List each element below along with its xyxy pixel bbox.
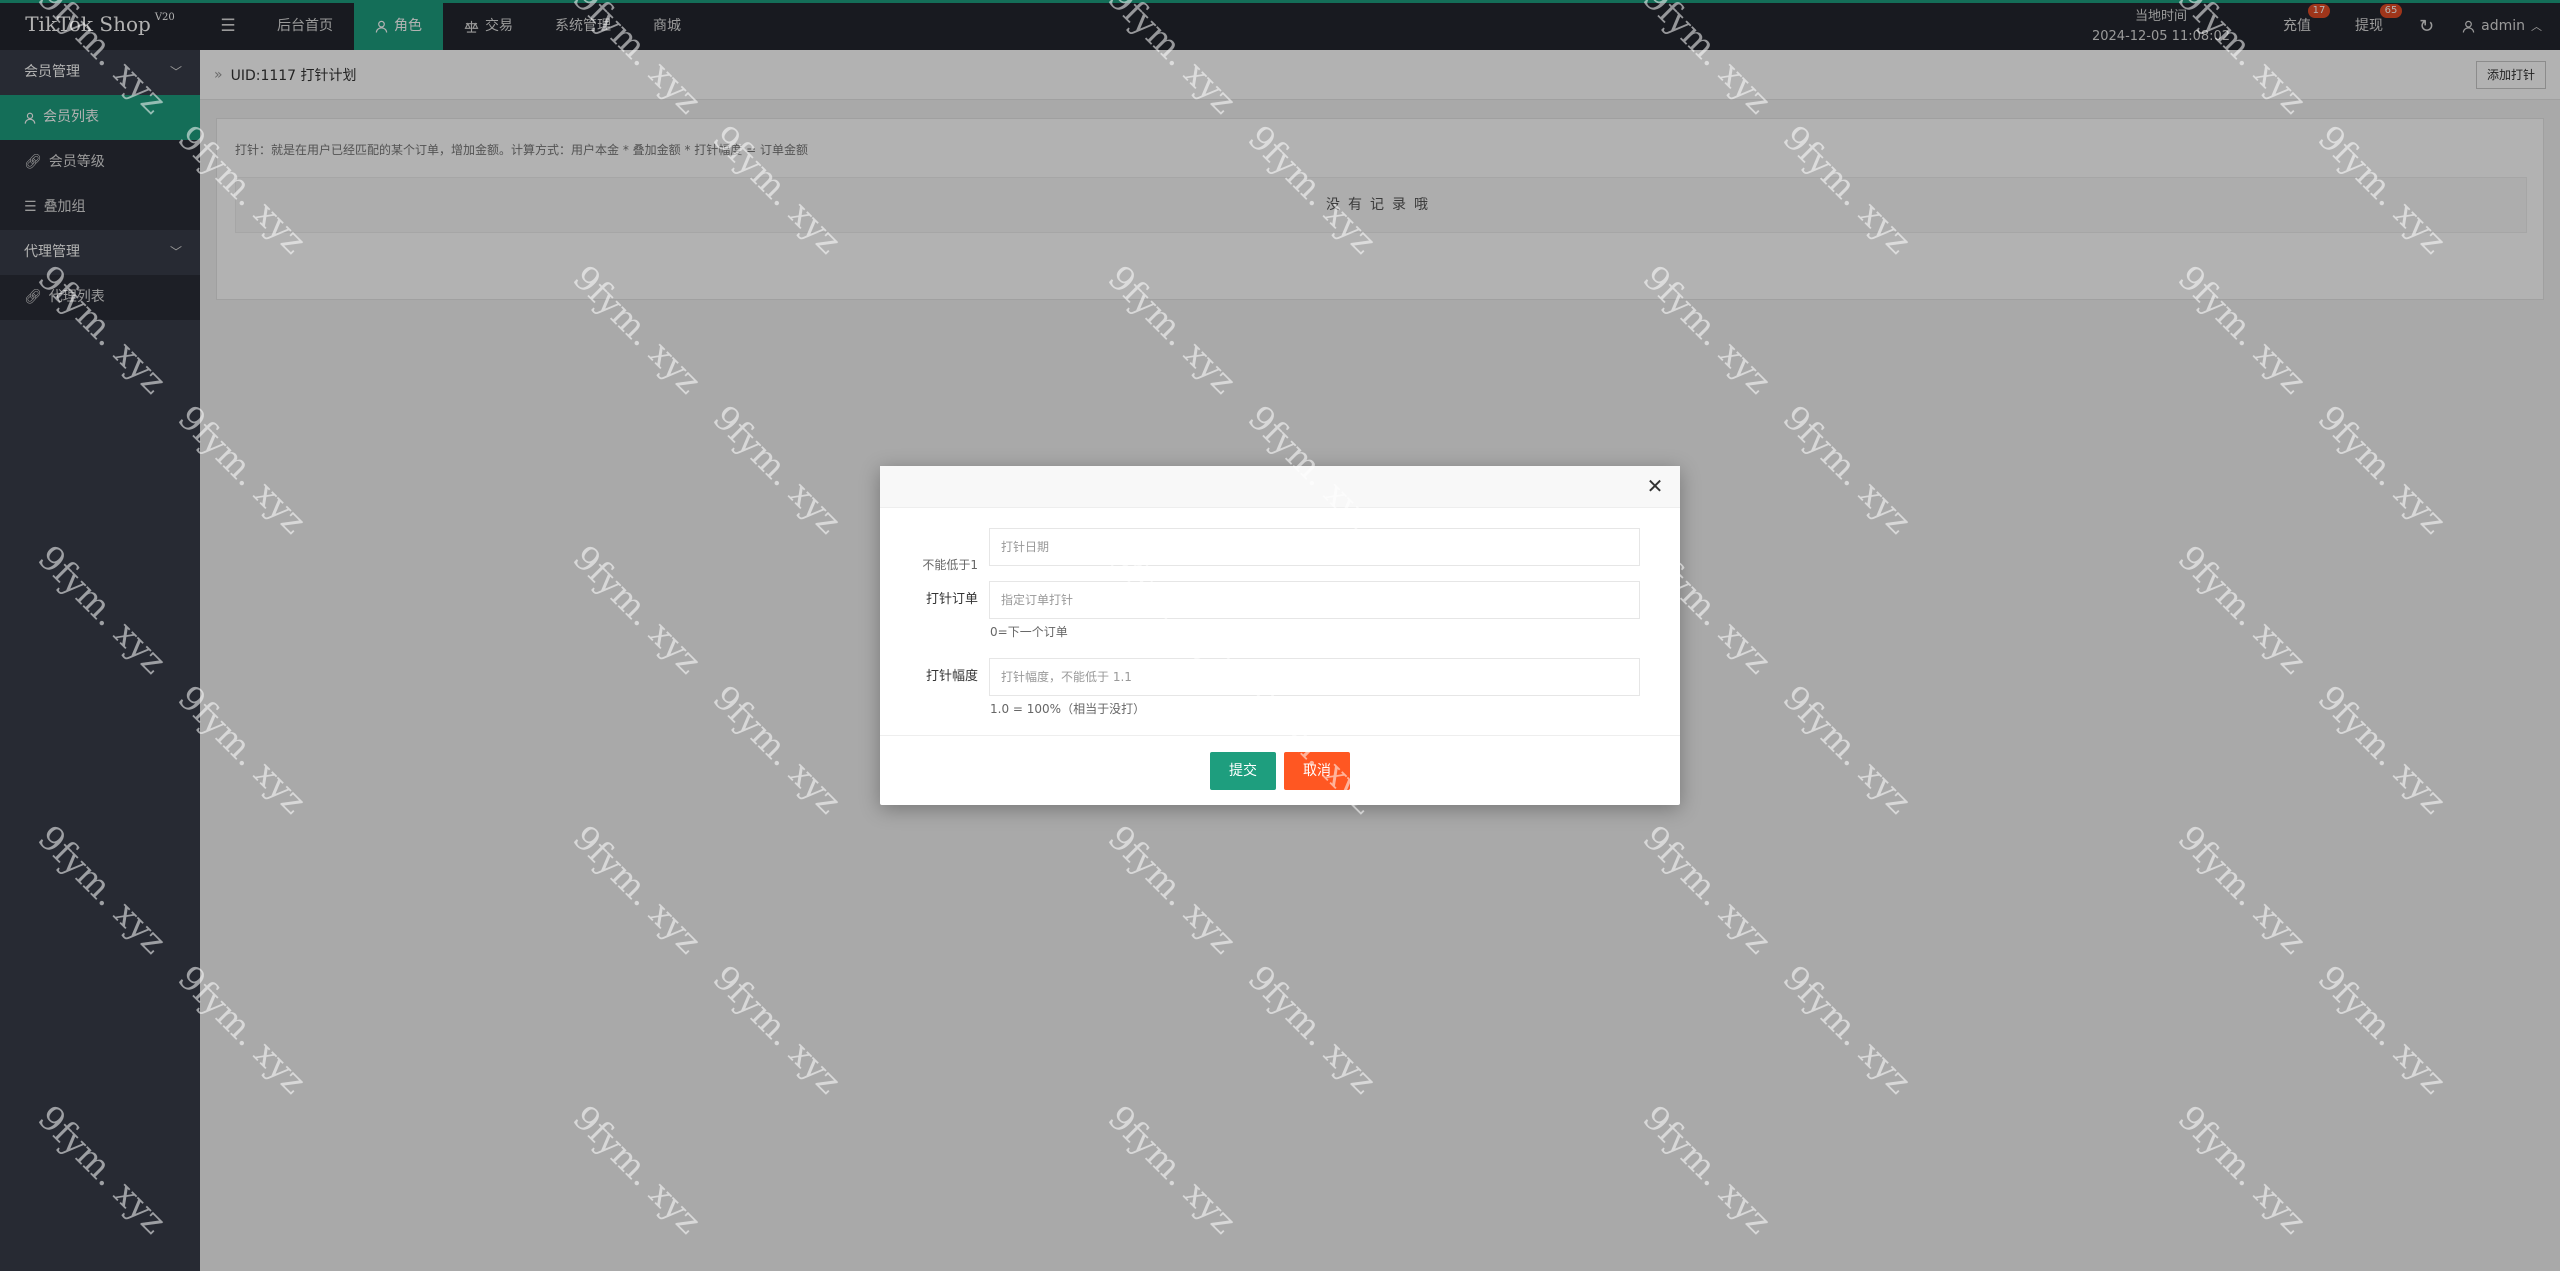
range-input[interactable]: 打针幅度，不能低于 1.1 [989, 658, 1640, 696]
dialog-footer: 提交 取消 [880, 735, 1680, 805]
close-icon[interactable]: ✕ [1644, 475, 1666, 497]
range-field-label: 打针幅度 [925, 669, 978, 684]
range-hint: 1.0 = 100%（相当于没打） [990, 702, 1146, 716]
injection-dialog: ✕ 不能低于1 打针日期 打针订单 指定订单打针 0=下一个订单 打针幅度 打针… [880, 466, 1680, 805]
date-input[interactable]: 打针日期 [989, 528, 1640, 566]
cancel-button[interactable]: 取消 [1284, 752, 1350, 790]
date-field-label: 不能低于1 [922, 558, 978, 572]
submit-button[interactable]: 提交 [1210, 752, 1276, 790]
dialog-header [880, 466, 1680, 508]
order-input[interactable]: 指定订单打针 [989, 581, 1640, 619]
order-hint: 0=下一个订单 [990, 625, 1068, 639]
order-field-label: 打针订单 [925, 592, 978, 607]
